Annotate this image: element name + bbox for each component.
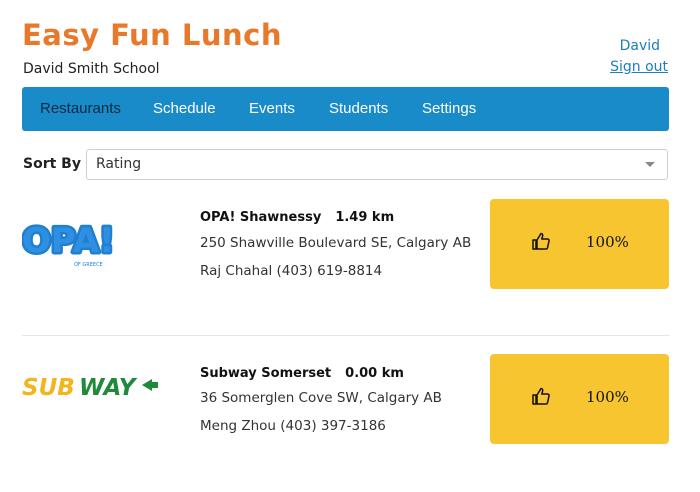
restaurant-distance: 0.00 km bbox=[345, 366, 404, 381]
nav-students[interactable]: Students bbox=[329, 87, 388, 131]
app-title: Easy Fun Lunch bbox=[22, 18, 282, 52]
thumbs-up-icon bbox=[532, 387, 550, 405]
opa-logo: OPA! OPA! OF GREECE bbox=[22, 219, 117, 269]
svg-text:SUB: SUB bbox=[22, 375, 75, 401]
restaurant-contact: Raj Chahal (403) 619-8814 bbox=[200, 263, 383, 279]
thumbs-up-icon bbox=[532, 232, 550, 250]
restaurant-address: 250 Shawville Boulevard SE, Calgary AB bbox=[200, 235, 472, 251]
restaurant-card: SUB WAY Subway Somerset 0.00 km 36 Somerg… bbox=[22, 353, 670, 463]
nav-settings[interactable]: Settings bbox=[422, 87, 476, 131]
sort-by-label: Sort By bbox=[23, 156, 81, 172]
rating-button[interactable]: 100% bbox=[490, 354, 669, 444]
school-name: David Smith School bbox=[23, 61, 160, 77]
nav-schedule[interactable]: Schedule bbox=[153, 87, 216, 131]
svg-text:OF GREECE: OF GREECE bbox=[74, 262, 103, 268]
restaurant-card: OPA! OPA! OF GREECE OPA! Shawnessy 1.49 k… bbox=[22, 198, 670, 308]
restaurant-contact: Meng Zhou (403) 397-3186 bbox=[200, 418, 386, 434]
rating-percent: 100% bbox=[586, 233, 629, 251]
subway-logo: SUB WAY bbox=[22, 375, 158, 401]
nav-events[interactable]: Events bbox=[249, 87, 295, 131]
card-divider bbox=[22, 335, 670, 336]
sign-out-link[interactable]: Sign out bbox=[610, 59, 668, 75]
sort-select[interactable]: Rating bbox=[86, 149, 668, 180]
restaurant-name[interactable]: Subway Somerset 0.00 km bbox=[200, 366, 404, 381]
svg-text:WAY: WAY bbox=[79, 375, 138, 401]
user-name[interactable]: David bbox=[620, 38, 660, 54]
restaurant-name[interactable]: OPA! Shawnessy 1.49 km bbox=[200, 210, 394, 225]
sort-selected-value: Rating bbox=[96, 156, 142, 172]
chevron-down-icon bbox=[645, 162, 655, 167]
rating-button[interactable]: 100% bbox=[490, 199, 669, 289]
main-navbar: Restaurants Schedule Events Students Set… bbox=[22, 87, 669, 131]
restaurant-address: 36 Somerglen Cove SW, Calgary AB bbox=[200, 390, 442, 406]
nav-restaurants[interactable]: Restaurants bbox=[40, 87, 121, 131]
rating-percent: 100% bbox=[586, 388, 629, 406]
restaurant-distance: 1.49 km bbox=[335, 210, 395, 225]
svg-text:OPA!: OPA! bbox=[22, 221, 115, 261]
